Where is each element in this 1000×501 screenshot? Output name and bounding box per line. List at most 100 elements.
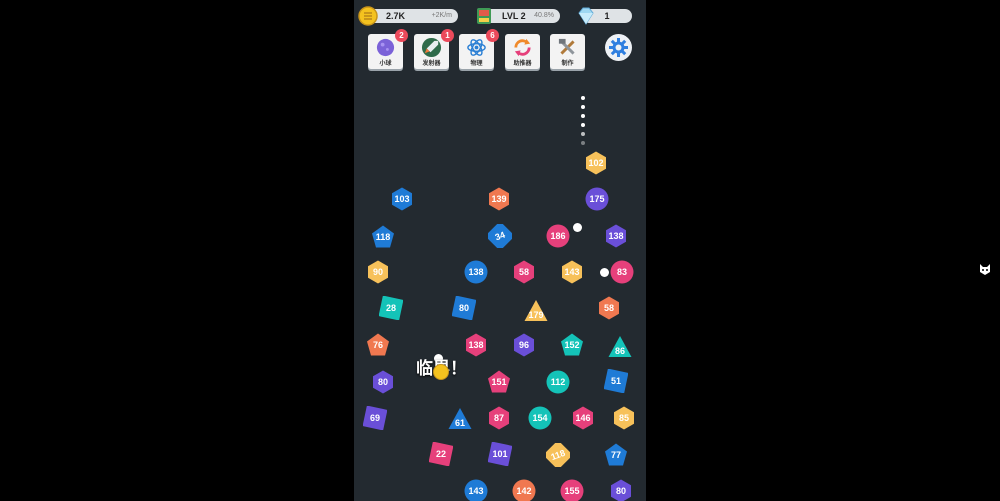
- physics-button[interactable]: 物理 6: [459, 29, 499, 69]
- block-circle: 142: [512, 479, 536, 501]
- block-value: 138: [608, 231, 624, 241]
- block-circle: 154: [528, 406, 552, 430]
- level-progress: LVL 2 40.8%: [477, 8, 560, 24]
- block-tri: 179: [524, 299, 548, 323]
- block-square: 28: [379, 296, 403, 320]
- settings-button[interactable]: [605, 34, 632, 61]
- aim-dot: [581, 114, 585, 118]
- block-value: 151: [491, 377, 507, 387]
- launcher-button[interactable]: 发射器 1: [414, 29, 454, 69]
- ball-icon: [376, 38, 395, 57]
- block-hex: 102: [584, 151, 608, 175]
- booster-icon: [514, 38, 531, 57]
- block-hex: 87: [487, 406, 511, 430]
- block-value: 61: [454, 418, 465, 428]
- aim-dot: [581, 132, 585, 136]
- block-value: 152: [564, 340, 580, 350]
- block-value: 86: [614, 346, 625, 356]
- block-value: 28: [385, 303, 396, 313]
- block-tri: 86: [608, 335, 632, 359]
- block-hex: 139: [487, 187, 511, 211]
- block-circle: 83: [610, 260, 634, 284]
- balls-button-label: 小球: [379, 61, 392, 67]
- block-square: 51: [604, 369, 628, 393]
- gems-value: 1: [604, 11, 610, 21]
- physics-button-label: 物理: [470, 61, 483, 67]
- block-value: 83: [616, 267, 627, 277]
- rocket-icon: [421, 37, 442, 58]
- block-value: 80: [458, 303, 469, 313]
- level-book-icon: [477, 8, 491, 24]
- block-hex: 90: [366, 260, 390, 284]
- block-value: 118: [375, 232, 391, 242]
- block-pent: 152: [560, 333, 584, 357]
- block-value: 51: [610, 376, 621, 386]
- block-value: 186: [550, 231, 566, 241]
- gems-counter: 1: [578, 7, 632, 25]
- block-square: 80: [452, 296, 476, 320]
- block-hex: 143: [560, 260, 584, 284]
- block-hex: 80: [609, 479, 633, 501]
- block-value: 77: [610, 450, 621, 460]
- block-value: 76: [372, 340, 383, 350]
- block-square: 101: [488, 442, 512, 466]
- block-value: 142: [516, 486, 532, 496]
- block-value: 102: [588, 158, 604, 168]
- coins-rate: +2K/m: [431, 12, 452, 19]
- coin-stack-icon: [358, 6, 378, 26]
- cat-face-icon[interactable]: [978, 262, 992, 276]
- block-value: 58: [518, 267, 529, 277]
- atom-icon: [467, 39, 486, 56]
- block-hex: 58: [512, 260, 536, 284]
- aim-dot: [581, 141, 585, 145]
- block-value: 112: [550, 377, 566, 387]
- block-diamond: 118: [546, 443, 570, 467]
- block-circle: 175: [585, 187, 609, 211]
- level-label: LVL 2: [502, 11, 526, 21]
- aim-dot: [581, 96, 585, 100]
- block-value: 80: [377, 377, 388, 387]
- physics-badge: 6: [486, 29, 499, 42]
- block-value: 138: [468, 340, 484, 350]
- game-viewport[interactable]: 2.7K +2K/m LVL 2 40.8% 1 小球 2 发射器 1 物理 6…: [354, 0, 646, 501]
- block-value: 138: [468, 267, 484, 277]
- block-value: 143: [468, 486, 484, 496]
- ball: [600, 268, 609, 277]
- block-circle: 155: [560, 479, 584, 501]
- block-circle: 143: [464, 479, 488, 501]
- block-hex: 58: [597, 296, 621, 320]
- balls-button[interactable]: 小球 2: [368, 29, 408, 69]
- block-hex: 138: [464, 333, 488, 357]
- block-value: 58: [603, 303, 614, 313]
- tools-icon: [558, 38, 575, 55]
- block-pent: 151: [487, 370, 511, 394]
- block-value: 175: [589, 194, 605, 204]
- block-value: 85: [618, 413, 629, 423]
- block-circle: 112: [546, 370, 570, 394]
- craft-button-label: 制作: [561, 61, 574, 67]
- gear-icon: [609, 38, 628, 57]
- block-hex: 103: [390, 187, 414, 211]
- block-value: 22: [435, 449, 446, 459]
- booster-button-label: 助推器: [513, 61, 532, 67]
- block-value: 103: [394, 194, 410, 204]
- block-value: 101: [492, 449, 508, 459]
- launcher-badge: 1: [441, 29, 454, 42]
- booster-button[interactable]: 助推器: [505, 34, 540, 69]
- craft-button[interactable]: 制作: [550, 34, 585, 69]
- block-value: 154: [532, 413, 548, 423]
- ball: [573, 223, 582, 232]
- block-pent: 77: [604, 443, 628, 467]
- block-tri: 61: [448, 407, 472, 431]
- block-value: 87: [493, 413, 504, 423]
- block-hex: 85: [612, 406, 636, 430]
- block-value: 179: [528, 310, 544, 320]
- block-value: 146: [575, 413, 591, 423]
- block-circle: 138: [464, 260, 488, 284]
- block-circle: 186: [546, 224, 570, 248]
- block-value: 69: [369, 413, 380, 423]
- block-hex: 146: [571, 406, 595, 430]
- block-value: 143: [564, 267, 580, 277]
- coins-value: 2.7K: [386, 11, 406, 21]
- block-value: 90: [372, 267, 383, 277]
